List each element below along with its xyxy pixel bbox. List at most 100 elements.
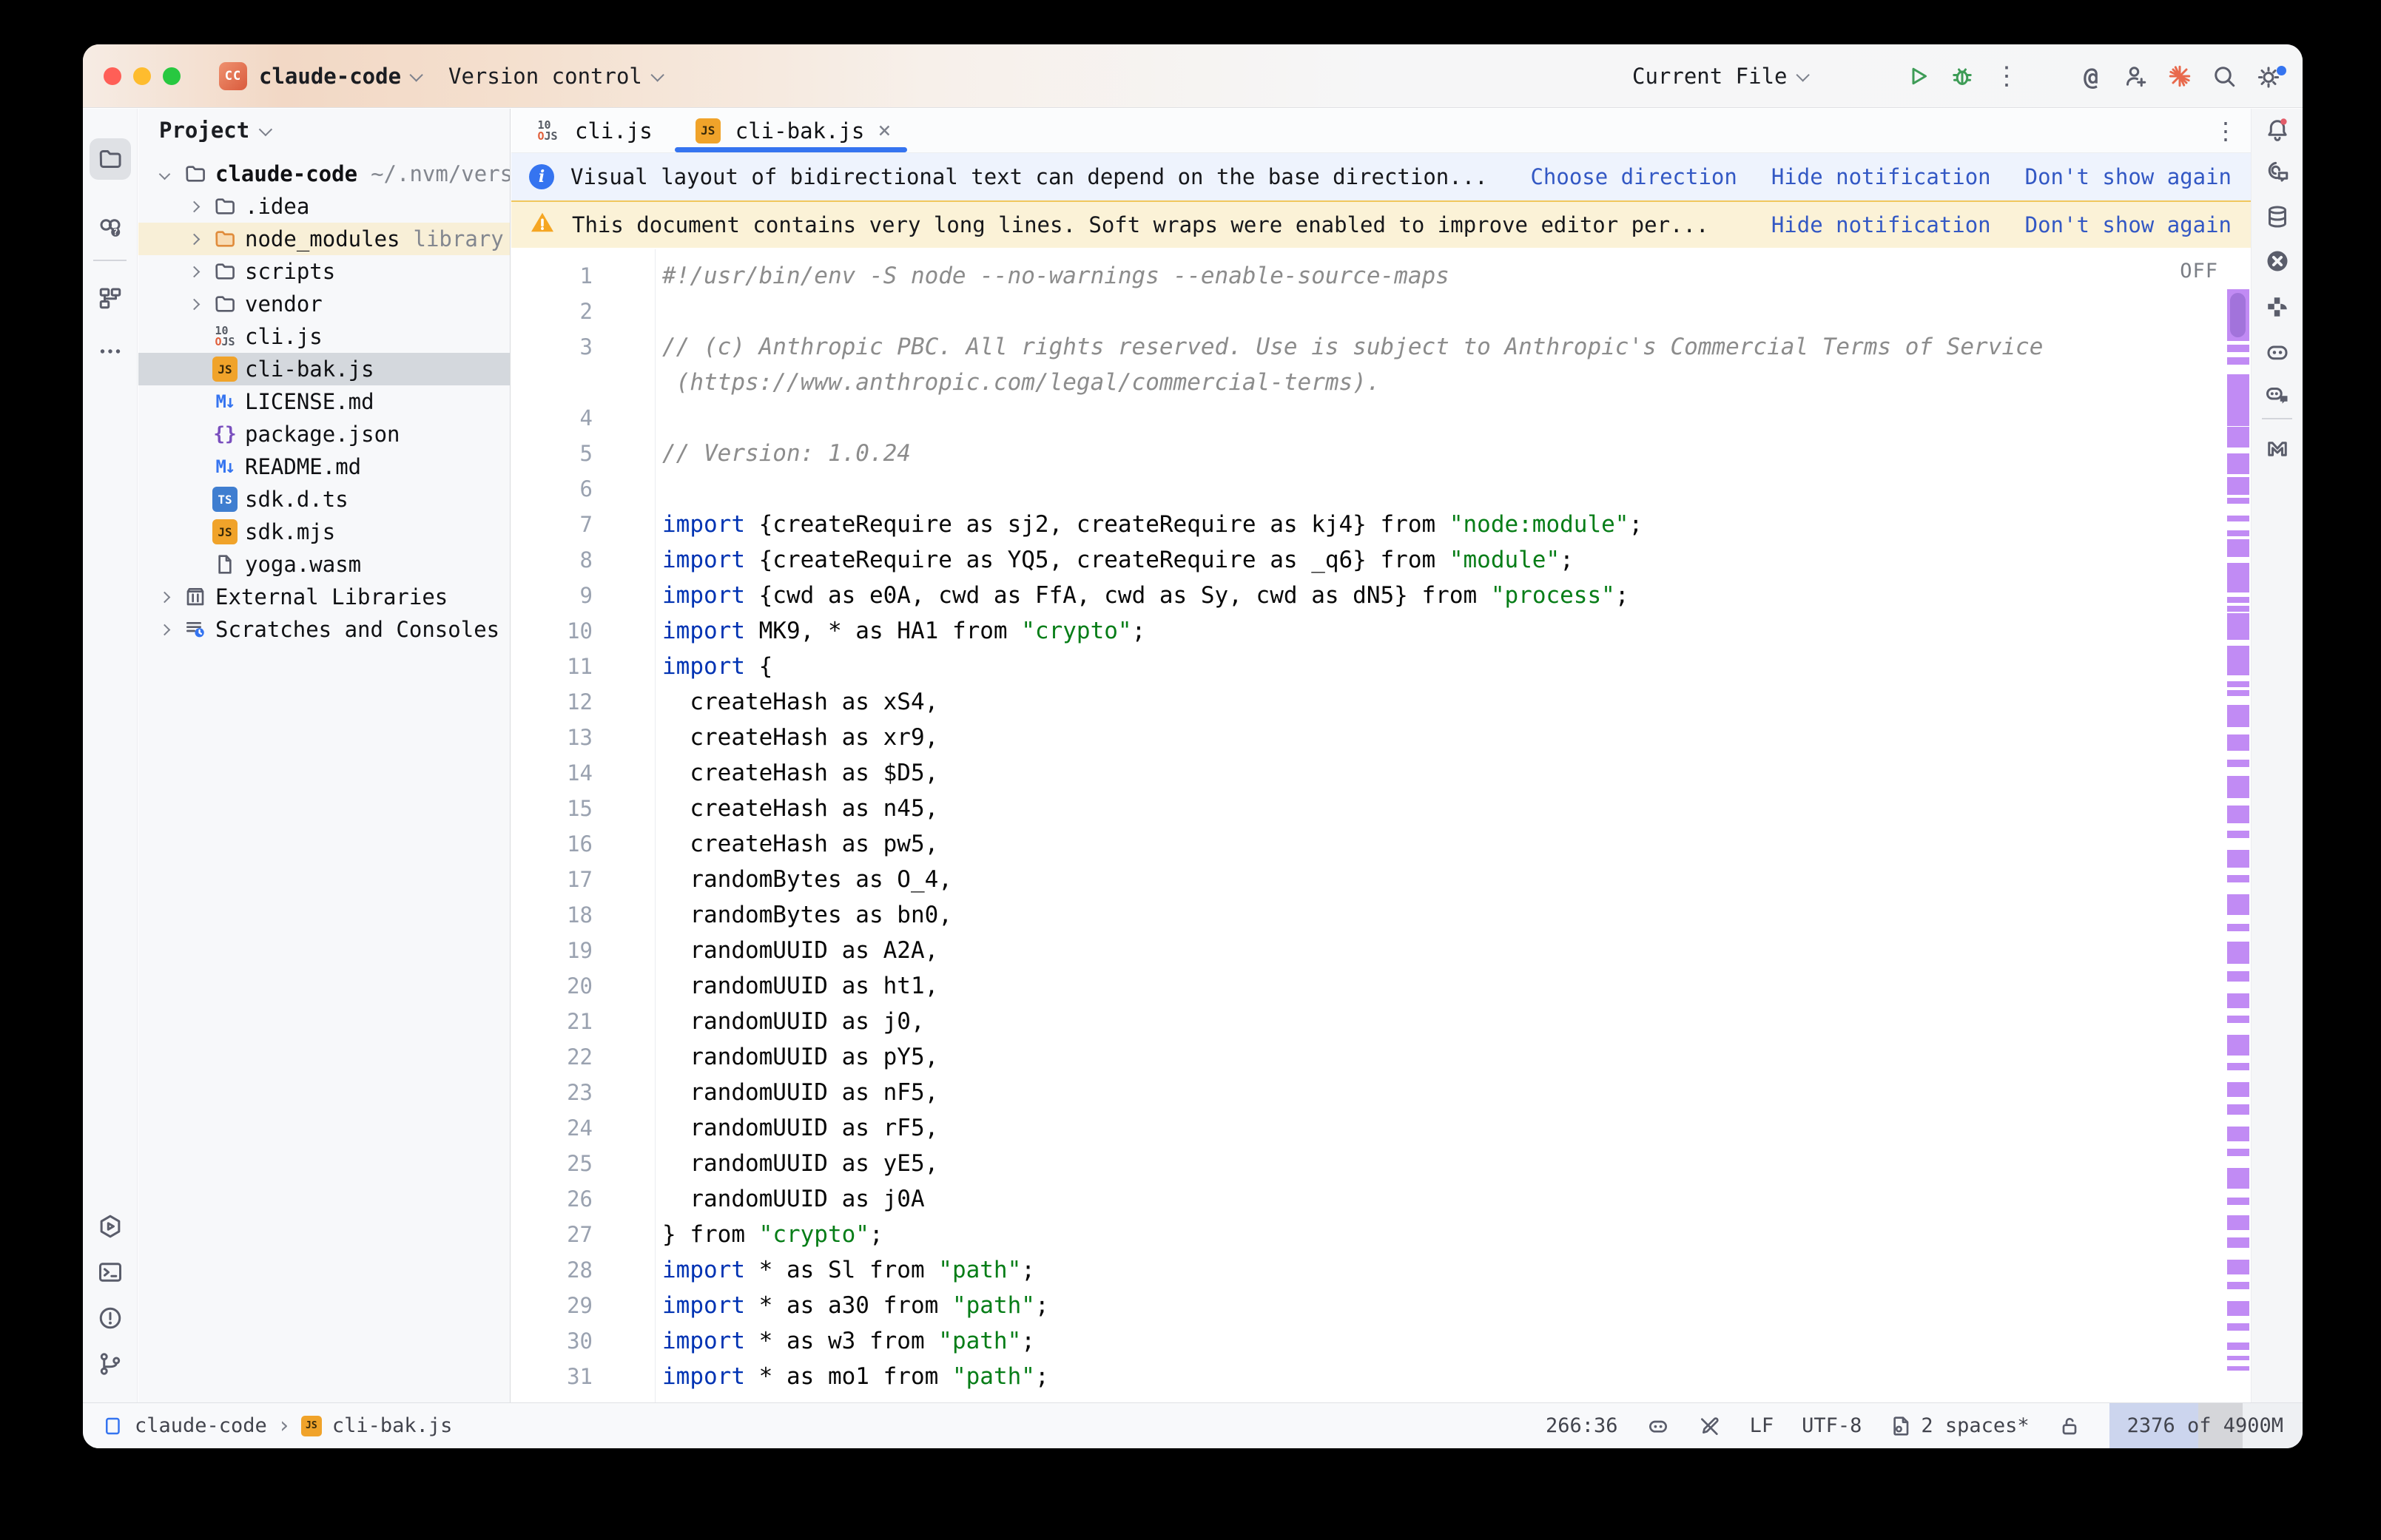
line-number[interactable]: 8 — [511, 542, 593, 578]
code-with-me-button[interactable] — [2113, 54, 2158, 98]
tree-item-scripts[interactable]: scripts — [138, 255, 510, 288]
line-number[interactable]: 7 — [511, 507, 593, 542]
database-tool-button[interactable] — [2257, 196, 2298, 237]
line-number[interactable]: 22 — [511, 1039, 593, 1075]
tree-item-README.md[interactable]: M↓README.md — [138, 450, 510, 483]
chevron-right-icon[interactable] — [180, 235, 208, 243]
line-number[interactable]: 2 — [511, 294, 593, 329]
tree-item-Scratches and Consoles[interactable]: Scratches and Consoles — [138, 613, 510, 646]
banner-link-hide-notification[interactable]: Hide notification — [1771, 212, 1991, 237]
tab-options-button[interactable]: ⋮ — [2214, 109, 2237, 153]
line-number[interactable]: 31 — [511, 1359, 593, 1394]
line-number[interactable]: 10 — [511, 613, 593, 649]
line-number[interactable]: 30 — [511, 1323, 593, 1359]
line-number[interactable]: 26 — [511, 1181, 593, 1217]
tree-item-External Libraries[interactable]: External Libraries — [138, 581, 510, 613]
line-number[interactable]: 13 — [511, 720, 593, 755]
memory-indicator[interactable]: 2376 of 4900M — [2109, 1403, 2303, 1448]
tree-item-LICENSE.md[interactable]: M↓LICENSE.md — [138, 385, 510, 418]
breadcrumb-project[interactable]: claude-code — [135, 1414, 267, 1437]
line-separator-widget[interactable]: LF — [1750, 1414, 1774, 1437]
chevron-right-icon[interactable] — [180, 268, 208, 276]
project-panel-header[interactable]: Project — [138, 109, 510, 152]
robot-plugin-tool-button[interactable] — [2257, 331, 2298, 372]
notifications-tool-button[interactable] — [2257, 109, 2298, 150]
line-number[interactable]: 17 — [511, 862, 593, 897]
readonly-toggle-widget[interactable] — [1698, 1414, 1722, 1438]
project-tool-button[interactable] — [90, 138, 131, 180]
tree-item-package.json[interactable]: {}package.json — [138, 418, 510, 450]
chevron-right-icon[interactable] — [150, 593, 178, 601]
scrollbar-thumb[interactable] — [2230, 293, 2246, 337]
tree-item-node_modules[interactable]: node_moduleslibrary — [138, 223, 510, 255]
editor-scrollbar-stripe[interactable] — [2227, 249, 2249, 1402]
banner-link-choose-direction[interactable]: Choose direction — [1530, 164, 1737, 189]
line-number[interactable]: 29 — [511, 1288, 593, 1323]
run-button[interactable] — [1896, 54, 1940, 98]
version-control-tool-button[interactable] — [90, 1343, 131, 1385]
more-tool-windows-button[interactable] — [90, 331, 131, 372]
line-number[interactable]: 25 — [511, 1146, 593, 1181]
tree-item-sdk.mjs[interactable]: JSsdk.mjs — [138, 516, 510, 548]
tree-item-.idea[interactable]: .idea — [138, 190, 510, 223]
settings-button[interactable] — [2246, 54, 2291, 98]
line-number[interactable]: 20 — [511, 968, 593, 1004]
line-number[interactable]: 15 — [511, 791, 593, 826]
plus-plugin-tool-button[interactable] — [2257, 286, 2298, 328]
breadcrumb[interactable]: claude-code › JS cli-bak.js — [83, 1413, 452, 1439]
mentions-button[interactable]: @ — [2069, 54, 2113, 98]
tree-item-claude-code[interactable]: claude-code~/.nvm/vers — [138, 158, 510, 190]
line-number[interactable]: 4 — [511, 400, 593, 436]
banner-link-don-t-show-again[interactable]: Don't show again — [2025, 212, 2232, 237]
line-number[interactable]: 5 — [511, 436, 593, 471]
problems-tool-button[interactable] — [90, 1297, 131, 1339]
structure-tool-button[interactable] — [90, 277, 131, 319]
caret-position-widget[interactable]: 266:36 — [1546, 1414, 1618, 1437]
banner-link-don-t-show-again[interactable]: Don't show again — [2025, 164, 2232, 189]
m-plugin-tool-button[interactable] — [2257, 428, 2298, 470]
tree-item-vendor[interactable]: vendor — [138, 288, 510, 320]
x-plugin-tool-button[interactable] — [2257, 240, 2298, 282]
line-number[interactable]: 12 — [511, 684, 593, 720]
terminal-tool-button[interactable] — [90, 1252, 131, 1293]
line-number[interactable]: 14 — [511, 755, 593, 791]
line-number[interactable]: 28 — [511, 1252, 593, 1288]
line-number[interactable]: 18 — [511, 897, 593, 933]
breadcrumb-file[interactable]: cli-bak.js — [332, 1414, 453, 1437]
pull-requests-tool-button[interactable]: ? — [90, 206, 131, 248]
more-actions-button[interactable]: ⋮ — [1984, 54, 2029, 98]
line-number[interactable]: 1 — [511, 258, 593, 294]
robot-chat-plugin-tool-button[interactable] — [2257, 374, 2298, 415]
zoom-window-button[interactable] — [163, 67, 181, 85]
services-tool-button[interactable] — [90, 1206, 131, 1247]
search-everywhere-button[interactable] — [2202, 54, 2246, 98]
editor-tab-cli.js[interactable]: 10OJScli.js — [511, 109, 672, 152]
banner-link-hide-notification[interactable]: Hide notification — [1771, 164, 1991, 189]
indent-widget[interactable]: 2 spaces* — [1890, 1414, 2029, 1438]
line-number[interactable]: 27 — [511, 1217, 593, 1252]
line-number[interactable]: 21 — [511, 1004, 593, 1039]
copilot-status-widget[interactable] — [1646, 1414, 1670, 1438]
chevron-down-icon[interactable] — [150, 170, 178, 178]
project-selector[interactable]: claude-code — [259, 44, 420, 108]
line-number[interactable]: 19 — [511, 933, 593, 968]
plugin-burst-button[interactable] — [2158, 54, 2202, 98]
vcs-widget[interactable]: Version control — [448, 44, 661, 108]
tree-item-cli.js[interactable]: 10OJScli.js — [138, 320, 510, 353]
lock-widget[interactable] — [2058, 1414, 2081, 1438]
line-number[interactable]: 16 — [511, 826, 593, 862]
close-icon[interactable]: × — [878, 118, 891, 143]
line-number[interactable]: 3 — [511, 329, 593, 365]
chevron-right-icon[interactable] — [180, 203, 208, 211]
code-area[interactable]: OFF 1#!/usr/bin/env -S node --no-warning… — [511, 249, 2251, 1402]
chevron-right-icon[interactable] — [150, 626, 178, 634]
tree-item-sdk.d.ts[interactable]: TSsdk.d.ts — [138, 483, 510, 516]
line-number[interactable]: 9 — [511, 578, 593, 613]
line-number[interactable]: 6 — [511, 471, 593, 507]
line-number[interactable]: 23 — [511, 1075, 593, 1110]
close-window-button[interactable] — [104, 67, 121, 85]
run-configuration-selector[interactable]: Current File — [1632, 44, 1806, 108]
encoding-widget[interactable]: UTF-8 — [1802, 1414, 1862, 1437]
tree-item-cli-bak.js[interactable]: JScli-bak.js — [138, 353, 510, 385]
line-number[interactable]: 11 — [511, 649, 593, 684]
